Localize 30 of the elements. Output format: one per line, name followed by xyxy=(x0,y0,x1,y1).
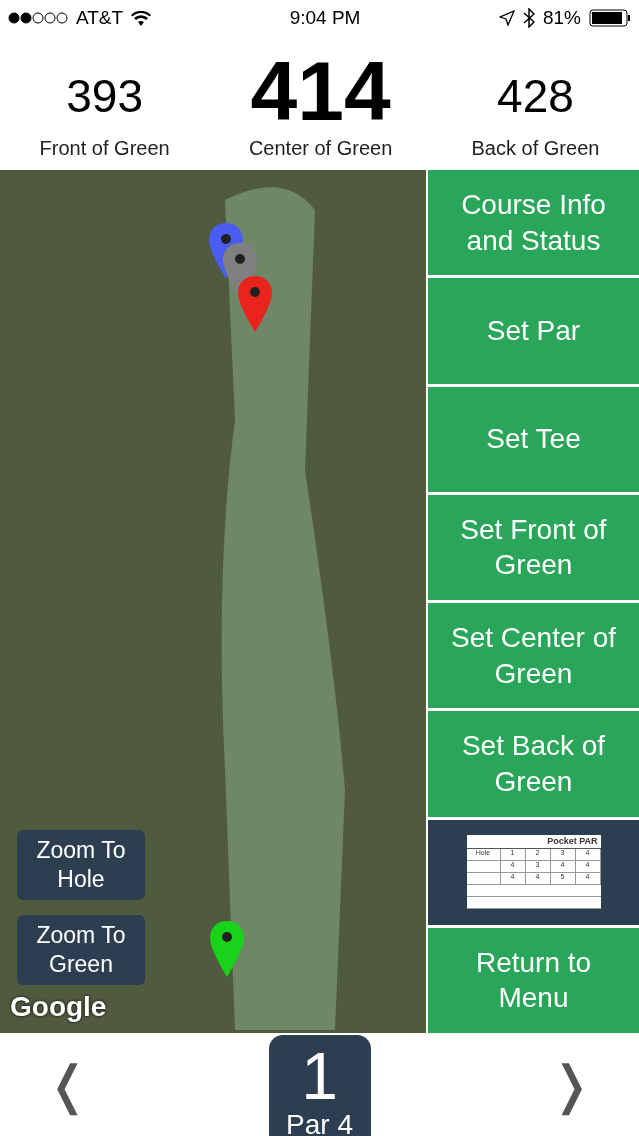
menu-button[interactable]: Set Center of Green xyxy=(428,603,639,709)
map-attribution: Google xyxy=(10,991,107,1023)
menu-button[interactable]: Return to Menu xyxy=(428,927,639,1033)
menu-button[interactable]: Set Front of Green xyxy=(428,494,639,600)
yardage-label: Back of Green xyxy=(471,137,600,160)
satellite-map[interactable]: Zoom To Hole Zoom To Green Google xyxy=(0,170,426,1033)
next-hole-button[interactable]: ❭ xyxy=(543,1053,599,1116)
previous-hole-button[interactable]: ❬ xyxy=(40,1053,96,1116)
carrier-text: AT&T xyxy=(76,7,124,29)
yardage-label: Center of Green xyxy=(248,137,393,160)
zoom-button[interactable]: Zoom To Hole xyxy=(17,830,145,900)
battery-percent: 81% xyxy=(542,7,581,29)
zoom-button[interactable]: Zoom To Green xyxy=(17,915,145,985)
hole-number: 1 xyxy=(301,1043,338,1109)
location-arrow-icon xyxy=(498,10,515,26)
menu-button[interactable]: Set Par xyxy=(428,278,639,384)
menu-button[interactable]: Course Info and Status xyxy=(428,170,639,276)
yardage-value: 414 xyxy=(250,49,391,133)
menu-button[interactable]: Set Tee xyxy=(428,386,639,492)
scorecard-title: Pocket PAR xyxy=(466,834,601,850)
battery-icon xyxy=(589,9,631,27)
hole-par: Par 4 xyxy=(286,1109,353,1136)
wifi-icon xyxy=(131,10,152,26)
menu-button[interactable]: Set Back of Green xyxy=(428,711,639,817)
signal-icon xyxy=(8,12,68,24)
bluetooth-icon xyxy=(522,8,535,28)
clock-text: 9:04 PM xyxy=(289,7,361,29)
yardage-value: 393 xyxy=(66,73,143,119)
yardage-value: 428 xyxy=(497,73,574,119)
yardage-label: Front of Green xyxy=(39,137,170,160)
